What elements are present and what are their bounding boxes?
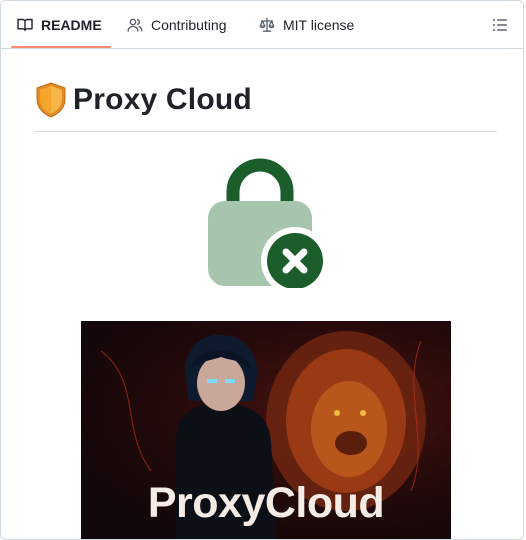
readme-panel: README Contributing MIT license Proxy Cl… xyxy=(0,0,524,540)
page-title: Proxy Cloud xyxy=(73,83,252,116)
lock-cross-icon xyxy=(208,158,327,288)
list-unordered-icon xyxy=(493,19,507,31)
outline-button[interactable] xyxy=(489,14,511,36)
banner-text: ProxyCloud xyxy=(147,479,385,527)
shield-icon xyxy=(36,82,66,118)
tab-readme[interactable]: README xyxy=(17,1,102,48)
book-icon xyxy=(17,18,33,31)
tab-contributing[interactable]: Contributing xyxy=(127,1,227,48)
banner-image: ProxyCloud xyxy=(81,321,451,539)
tab-readme-label: README xyxy=(41,16,102,33)
people-icon xyxy=(127,18,143,32)
readme-content: Proxy Cloud ProxyCloud xyxy=(1,49,523,539)
tab-license[interactable]: MIT license xyxy=(259,1,354,48)
tab-bar: README Contributing MIT license xyxy=(1,1,523,49)
active-tab-indicator xyxy=(11,46,111,48)
law-scale-icon xyxy=(259,17,275,32)
tab-license-label: MIT license xyxy=(283,16,355,33)
readme-heading: Proxy Cloud xyxy=(35,80,252,120)
tab-contributing-label: Contributing xyxy=(151,16,227,33)
heading-divider xyxy=(34,131,497,132)
